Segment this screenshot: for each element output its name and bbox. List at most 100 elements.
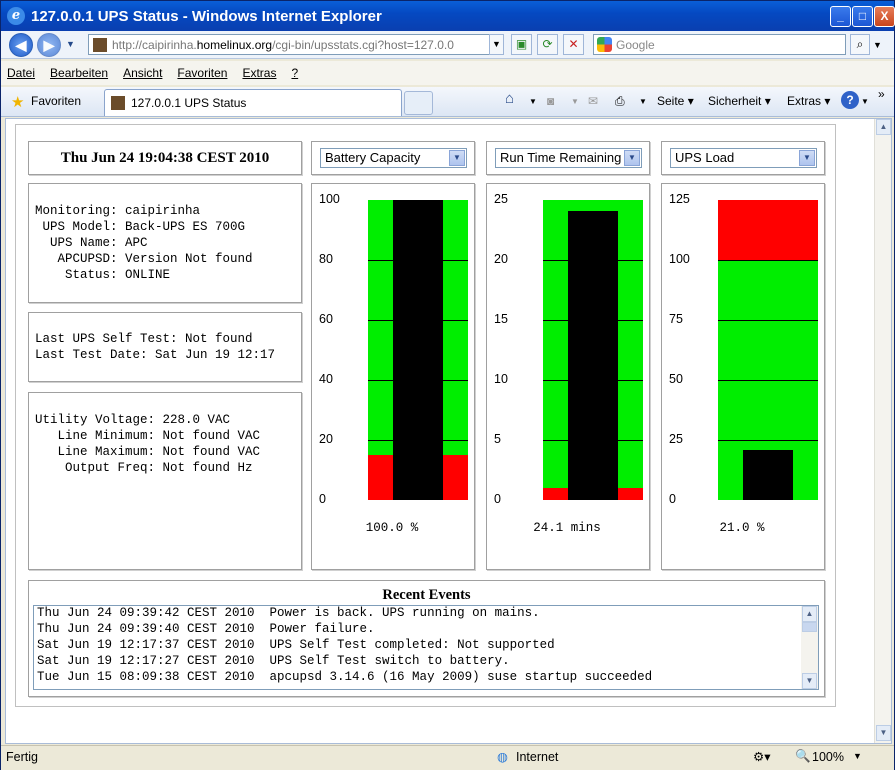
gauge-tick-label: 100 xyxy=(319,192,340,206)
google-icon xyxy=(597,37,612,52)
chevron-down-icon: ▼ xyxy=(799,150,815,166)
refresh-icon[interactable]: ⟳ xyxy=(537,34,558,55)
feeds-dropdown-icon[interactable]: ▼ xyxy=(571,97,579,106)
selftest-panel: Last UPS Self Test: Not found Last Test … xyxy=(28,312,302,382)
gauge-warn-zone xyxy=(718,200,818,260)
gauge-tick-label: 60 xyxy=(319,312,333,326)
gauge-1-header: Battery Capacity ▼ xyxy=(311,141,475,175)
gauge-tick-label: 0 xyxy=(494,492,501,506)
gauge-value-bar xyxy=(568,210,618,500)
gauge-gridline xyxy=(718,320,818,321)
event-row: Tue Jun 15 08:09:38 CEST 2010 apcupsd 3.… xyxy=(37,670,653,684)
gauge-1-panel: 100 80 60 40 20 0 100.0 % xyxy=(311,183,475,570)
gauge-value-bar xyxy=(393,200,443,500)
events-scrollbar[interactable]: ▲ ▼ xyxy=(801,606,818,689)
zoom-icon[interactable]: 🔍 xyxy=(795,749,811,764)
gauge-gridline xyxy=(718,440,818,441)
browser-window: e 127.0.0.1 UPS Status - Windows Interne… xyxy=(0,0,895,770)
address-dropdown-icon[interactable]: ▼ xyxy=(489,34,504,55)
menu-view[interactable]: Ansicht xyxy=(123,66,162,80)
menu-favorites[interactable]: Favoriten xyxy=(177,66,227,80)
gauge-tick-label: 75 xyxy=(669,312,683,326)
events-list[interactable]: Thu Jun 24 09:39:42 CEST 2010 Power is b… xyxy=(33,605,819,690)
globe-icon: ◍ xyxy=(497,750,508,764)
minimize-button[interactable]: _ xyxy=(830,6,851,27)
gauge-1-select[interactable]: Battery Capacity ▼ xyxy=(320,148,467,168)
page-menu-button[interactable]: Seite ▾ xyxy=(657,94,694,108)
status-bar: Fertig ◍ Internet ⚙▾ 🔍 100% ▼ xyxy=(1,745,894,770)
tab-ups-status[interactable]: 127.0.0.1 UPS Status xyxy=(104,89,402,116)
help-icon[interactable]: ? xyxy=(841,91,859,109)
maximize-button[interactable]: □ xyxy=(852,6,873,27)
close-button[interactable]: X xyxy=(874,6,895,27)
info-panel: Monitoring: caipirinha UPS Model: Back-U… xyxy=(28,183,302,303)
gauge-value-bar xyxy=(743,449,793,500)
scroll-down-icon[interactable]: ▼ xyxy=(802,673,817,689)
favorites-button[interactable]: Favoriten xyxy=(31,94,81,108)
zoom-level[interactable]: 100% xyxy=(812,750,844,764)
date-panel: Thu Jun 24 19:04:38 CEST 2010 xyxy=(28,141,302,175)
new-tab-button[interactable] xyxy=(404,91,433,115)
home-icon[interactable]: ⌂ xyxy=(505,90,514,107)
voltage-panel: Utility Voltage: 228.0 VAC Line Minimum:… xyxy=(28,392,302,570)
page-scrollbar[interactable]: ▲ ▼ xyxy=(874,119,891,743)
protected-mode-icon[interactable]: ⚙▾ xyxy=(753,749,770,764)
menu-tools[interactable]: Extras xyxy=(242,66,276,80)
scroll-up-icon[interactable]: ▲ xyxy=(802,606,817,622)
gauge-tick-label: 10 xyxy=(494,372,508,386)
event-row: Sat Jun 19 12:17:27 CEST 2010 UPS Self T… xyxy=(37,654,510,668)
search-input[interactable]: Google xyxy=(593,34,846,55)
stop-icon[interactable]: ✕ xyxy=(563,34,584,55)
ie-logo-icon: e xyxy=(7,7,25,25)
gauge-tick-label: 20 xyxy=(319,432,333,446)
scroll-down-icon[interactable]: ▼ xyxy=(876,725,891,741)
gauge-3-select[interactable]: UPS Load ▼ xyxy=(670,148,817,168)
gauge-tick-label: 25 xyxy=(494,192,508,206)
status-date: Thu Jun 24 19:04:38 CEST 2010 xyxy=(60,149,270,166)
security-menu-button[interactable]: Sicherheit ▾ xyxy=(708,94,771,108)
home-dropdown-icon[interactable]: ▼ xyxy=(529,97,537,106)
favorites-star-icon[interactable]: ★ xyxy=(11,93,24,111)
gauge-tick-label: 40 xyxy=(319,372,333,386)
compatibility-view-icon[interactable]: ▣ xyxy=(511,34,532,55)
gauge-tick-label: 0 xyxy=(669,492,676,506)
gauge-tick-label: 20 xyxy=(494,252,508,266)
print-dropdown-icon[interactable]: ▼ xyxy=(639,97,647,106)
gauge-tick-label: 0 xyxy=(319,492,326,506)
event-row: Thu Jun 24 09:39:40 CEST 2010 Power fail… xyxy=(37,622,375,636)
scroll-thumb[interactable] xyxy=(802,622,817,632)
gauge-readout: 24.1 mins xyxy=(533,521,601,535)
tools-menu-label: Extras xyxy=(787,94,822,108)
menu-help[interactable]: ? xyxy=(291,66,298,80)
search-icon[interactable]: ⌕ xyxy=(850,34,870,55)
security-zone: Internet xyxy=(516,750,559,764)
forward-button[interactable]: ▶ xyxy=(37,33,61,57)
gauge-tick-label: 25 xyxy=(669,432,683,446)
mail-icon[interactable]: ✉ xyxy=(588,94,598,108)
gauge-tick-label: 125 xyxy=(669,192,690,206)
chevron-down-icon: ▼ xyxy=(449,150,465,166)
feeds-icon[interactable]: ◙ xyxy=(547,94,554,108)
search-options-dropdown-icon[interactable]: ▼ xyxy=(873,40,882,50)
gauge-tick-label: 80 xyxy=(319,252,333,266)
address-input[interactable]: http://caipirinha. homelinux.org/cgi-bin/… xyxy=(88,34,504,55)
page-viewport: Thu Jun 24 19:04:38 CEST 2010 Monitoring… xyxy=(5,118,892,744)
zoom-dropdown-icon[interactable]: ▼ xyxy=(853,751,862,761)
ups-info-text: Monitoring: caipirinha UPS Model: Back-U… xyxy=(35,204,253,282)
more-commands-icon[interactable]: » xyxy=(878,87,885,101)
gauge-2-select[interactable]: Run Time Remaining ▼ xyxy=(495,148,642,168)
event-row: Sat Jun 19 12:17:37 CEST 2010 UPS Self T… xyxy=(37,638,555,652)
back-button[interactable]: ◀ xyxy=(9,33,33,57)
url-suffix: /cgi-bin/upsstats.cgi?host=127.0.0 xyxy=(272,37,454,52)
gauge-3-header: UPS Load ▼ xyxy=(661,141,825,175)
print-icon[interactable]: ⎙ xyxy=(615,94,625,109)
menu-file[interactable]: Datei xyxy=(7,66,35,80)
tools-menu-button[interactable]: Extras ▾ xyxy=(787,94,830,108)
events-panel: Recent Events Thu Jun 24 09:39:42 CEST 2… xyxy=(28,580,825,697)
url-domain: homelinux.org xyxy=(196,37,273,52)
history-dropdown-icon[interactable]: ▼ xyxy=(66,39,75,49)
selftest-text: Last UPS Self Test: Not found Last Test … xyxy=(35,332,276,362)
menu-edit[interactable]: Bearbeiten xyxy=(50,66,108,80)
scroll-up-icon[interactable]: ▲ xyxy=(876,119,891,135)
help-dropdown-icon[interactable]: ▼ xyxy=(861,97,869,106)
